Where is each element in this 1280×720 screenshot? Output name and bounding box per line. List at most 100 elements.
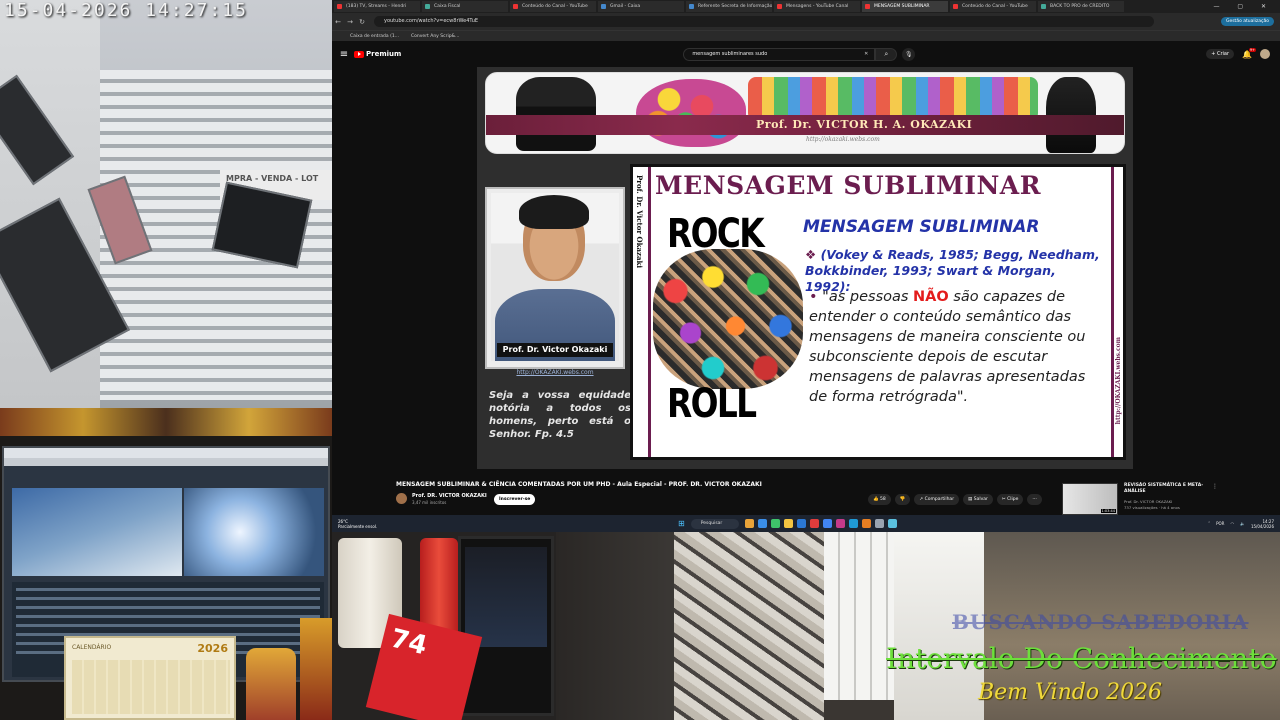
camera-bottom-mid: 74 xyxy=(332,532,556,720)
overlay-line-1: BUSCANDO SABEDORIA xyxy=(952,610,1249,634)
channel-avatar[interactable] xyxy=(396,493,407,504)
app-icon[interactable] xyxy=(757,519,767,528)
clip-button[interactable]: ✂ Clipe xyxy=(996,494,1024,505)
citation-bullet-icon: ❖ xyxy=(805,247,817,262)
rock-crowd xyxy=(653,249,803,389)
clear-search-icon[interactable]: ✕ xyxy=(864,49,868,60)
back-icon[interactable]: ← xyxy=(332,18,344,26)
monitor-video xyxy=(12,488,182,576)
chrome-icon[interactable] xyxy=(822,519,832,528)
windows-start-icon[interactable]: ⊞ xyxy=(678,519,685,528)
recommended-title[interactable]: REVISÃO SISTEMÁTICA E META-ANÁLISE xyxy=(1124,483,1208,495)
create-button[interactable]: + Criar xyxy=(1206,49,1235,59)
app-icon[interactable] xyxy=(835,519,845,528)
header-right: + Criar 🔔 9+ xyxy=(1206,47,1270,59)
overlay-line-3: Bem Vindo 2026 xyxy=(978,680,1163,705)
language-indicator[interactable]: POR xyxy=(1216,521,1224,526)
recommended-video[interactable]: 1:03:44 REVISÃO SISTEMÁTICA E META-ANÁLI… xyxy=(1062,483,1272,515)
banner-brain xyxy=(636,79,746,147)
tray-arrow-icon[interactable]: ˄ xyxy=(1208,521,1210,526)
subscribe-button[interactable]: Inscrever-se xyxy=(494,494,536,505)
quote-bullet-icon: • xyxy=(809,289,818,305)
browser-tab[interactable]: Gmail - Caixa xyxy=(598,1,684,12)
recommended-channel: Prof. Dr. VICTOR OKAZAKI xyxy=(1124,499,1173,504)
browser-tab[interactable]: Conteúdo do Canal - YouTube xyxy=(950,1,1036,12)
app-icon[interactable] xyxy=(744,519,754,528)
browser-tab[interactable]: Referente Secreta de Informação xyxy=(686,1,772,12)
app-icon[interactable] xyxy=(848,519,858,528)
windows-taskbar: 26°C Parcialmente ensol. ⊞ Pesquisar ˄ P… xyxy=(332,515,1280,532)
rock-text: ROCK xyxy=(667,211,765,257)
save-button[interactable]: ▤ Salvar xyxy=(963,494,993,505)
taskbar-search[interactable]: Pesquisar xyxy=(690,518,739,529)
app-icon[interactable] xyxy=(874,519,884,528)
video-title: MENSAGEM SUBLIMINAR & CIÊNCIA COMENTADAS… xyxy=(396,481,762,488)
browser-tab[interactable]: Mensagens - YouTube Canal xyxy=(774,1,860,12)
system-tray: ˄ POR ◠ 🔈 14:27 15/04/2026 xyxy=(1202,519,1274,529)
channel-name[interactable]: Prof. DR. VICTOR OKAZAKI xyxy=(412,493,487,499)
window-controls[interactable]: — ▢ ✕ xyxy=(1213,3,1280,10)
camera-bottom-right: BUSCANDO SABEDORIA Intervalo Do Conhecim… xyxy=(556,532,1280,720)
video-player[interactable]: Prof. Dr. VICTOR H. A. OKAZAKI http://ok… xyxy=(477,67,1133,469)
more-button[interactable]: ⋯ xyxy=(1027,494,1042,505)
camera-top-left: MPRA - VENDA - LOT 15-04-2026 14:27:15 xyxy=(0,0,332,408)
reload-icon[interactable]: ↻ xyxy=(356,18,368,26)
like-button[interactable]: 👍 58 xyxy=(868,494,891,505)
gestao-button[interactable]: Gestão atualização xyxy=(1220,17,1274,26)
app-icon[interactable] xyxy=(887,519,897,528)
bookmark-item[interactable]: Convert Any Scrip&... xyxy=(411,34,459,39)
avatar[interactable] xyxy=(1260,49,1270,59)
folder-icon[interactable] xyxy=(783,519,793,528)
slide-side-right: http://OKAZAKI.webs.com xyxy=(1115,337,1122,425)
calendar-year: 2026 xyxy=(197,642,228,655)
recommended-more-icon[interactable]: ⋮ xyxy=(1212,483,1218,490)
lecture-slide: Prof. Dr. Victor Okazaki http://OKAZAKI.… xyxy=(630,164,1126,460)
bookmarks-bar: Caixa de entrada (1... Convert Any Scrip… xyxy=(332,30,1280,41)
decor-strip xyxy=(0,408,332,436)
wifi-icon[interactable]: ◠ xyxy=(1230,521,1234,526)
browser-tab-active[interactable]: MENSAGEM SUBLIMINAR xyxy=(862,1,948,12)
monitor-tabs xyxy=(4,458,328,466)
slide-left-bar: Prof. Dr. Victor Okazaki xyxy=(633,167,651,457)
calendar-title: CALENDÁRIO xyxy=(72,644,112,651)
app-icon[interactable] xyxy=(796,519,806,528)
youtube-play-icon xyxy=(354,50,364,58)
app-icon[interactable] xyxy=(861,519,871,528)
address-bar: ← → ↻ youtube.com/watch?v=ecw8rWe4TuE Ge… xyxy=(332,13,1280,30)
graffiti-wall xyxy=(674,532,824,720)
browser-tab[interactable]: (183) TV, Streams - Hendri xyxy=(334,1,420,12)
banner-name: Prof. Dr. VICTOR H. A. OKAZAKI xyxy=(756,118,973,131)
quote-pre: "as pessoas xyxy=(822,289,914,305)
browser-tab[interactable]: BACK TO PRO de CREDITO xyxy=(1038,1,1124,12)
menu-icon[interactable]: ≡ xyxy=(334,49,354,60)
browser-tab[interactable]: Conteúdo do Canal - YouTube xyxy=(510,1,596,12)
taskbar-clock[interactable]: 14:27 15/04/2026 xyxy=(1251,519,1274,529)
banner-figures-left xyxy=(516,77,596,151)
room-window xyxy=(824,532,894,700)
roll-text: ROLL xyxy=(667,381,757,427)
small-monitor xyxy=(458,536,554,716)
bookmark-item[interactable]: Caixa de entrada (1... xyxy=(350,34,399,39)
search-icon[interactable]: ⌕ xyxy=(875,47,898,61)
recommended-views: 737 visualizações · há 4 anos xyxy=(1124,505,1180,510)
dislike-button[interactable]: 👎 xyxy=(894,494,911,505)
app-icon[interactable] xyxy=(770,519,780,528)
video-meta: MENSAGEM SUBLIMINAR & CIÊNCIA COMENTADAS… xyxy=(332,469,1280,515)
url-field[interactable]: youtube.com/watch?v=ecw8rWe4TuE xyxy=(374,16,1154,27)
search-input[interactable]: mensagem subliminares sudo ✕ xyxy=(683,47,876,61)
youtube-logo[interactable]: Premium xyxy=(354,50,401,58)
weather-widget[interactable]: 26°C Parcialmente ensol. xyxy=(338,519,428,529)
share-button[interactable]: ↗ Compartilhar xyxy=(914,494,960,505)
browser-tab[interactable]: Caixa Fiscal xyxy=(422,1,508,12)
volume-icon[interactable]: 🔈 xyxy=(1240,521,1245,526)
dark-wall xyxy=(556,532,676,720)
tab-bar: (183) TV, Streams - Hendri Caixa Fiscal … xyxy=(332,0,1280,13)
forward-icon[interactable]: → xyxy=(344,18,356,26)
notifications-icon[interactable]: 🔔 9+ xyxy=(1242,47,1256,59)
presenter-image: Prof. Dr. Victor Okazaki xyxy=(491,193,619,361)
recommended-thumbnail[interactable]: 1:03:44 xyxy=(1062,483,1118,515)
browser-window: (183) TV, Streams - Hendri Caixa Fiscal … xyxy=(332,0,1280,532)
camera-timestamp: 15-04-2026 14:27:15 xyxy=(4,0,248,21)
microphone-icon[interactable]: 🎙 xyxy=(902,47,916,61)
app-icon[interactable] xyxy=(809,519,819,528)
